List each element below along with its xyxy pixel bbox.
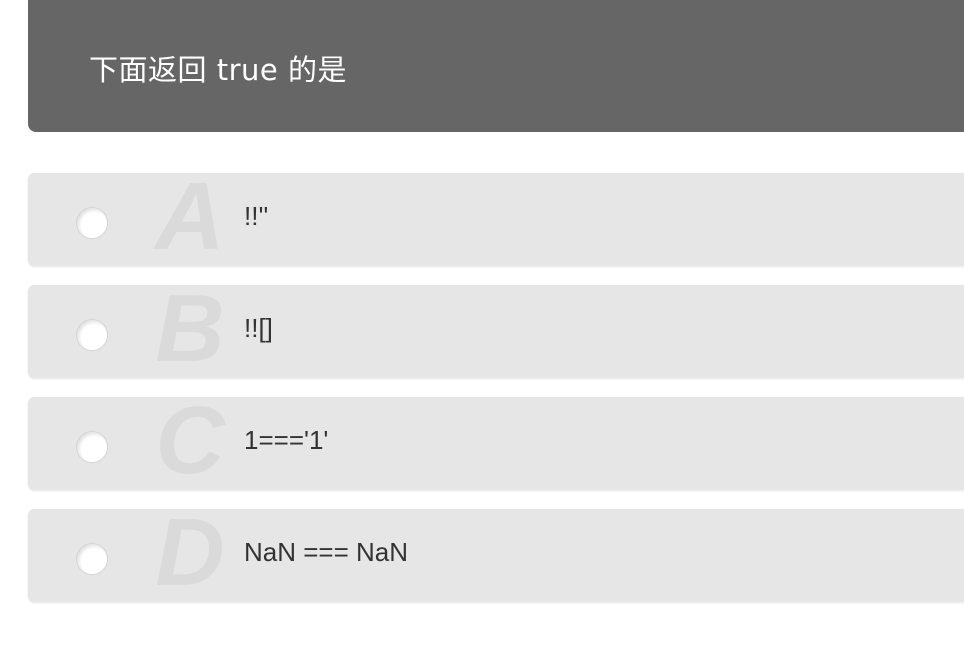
question-title: 下面返回 true 的是 xyxy=(89,53,347,87)
option-letter-b: B xyxy=(155,275,225,382)
option-a[interactable]: A !!'' xyxy=(28,163,964,270)
radio-button-b[interactable] xyxy=(77,320,107,350)
option-letter-d: D xyxy=(155,499,225,606)
question-header: 下面返回 true 的是 xyxy=(28,0,964,132)
option-text-a: !!'' xyxy=(244,201,269,231)
option-text-d: NaN === NaN xyxy=(244,537,409,567)
radio-button-d[interactable] xyxy=(77,544,107,574)
radio-button-a[interactable] xyxy=(77,208,107,238)
option-c[interactable]: C 1==='1' xyxy=(28,387,964,494)
option-b[interactable]: B !![] xyxy=(28,275,964,382)
radio-button-c[interactable] xyxy=(77,432,107,462)
option-letter-a: A xyxy=(155,163,225,270)
option-letter-c: C xyxy=(155,387,225,494)
option-text-b: !![] xyxy=(244,313,273,343)
option-d[interactable]: D NaN === NaN xyxy=(28,499,964,606)
option-text-c: 1==='1' xyxy=(244,425,329,455)
